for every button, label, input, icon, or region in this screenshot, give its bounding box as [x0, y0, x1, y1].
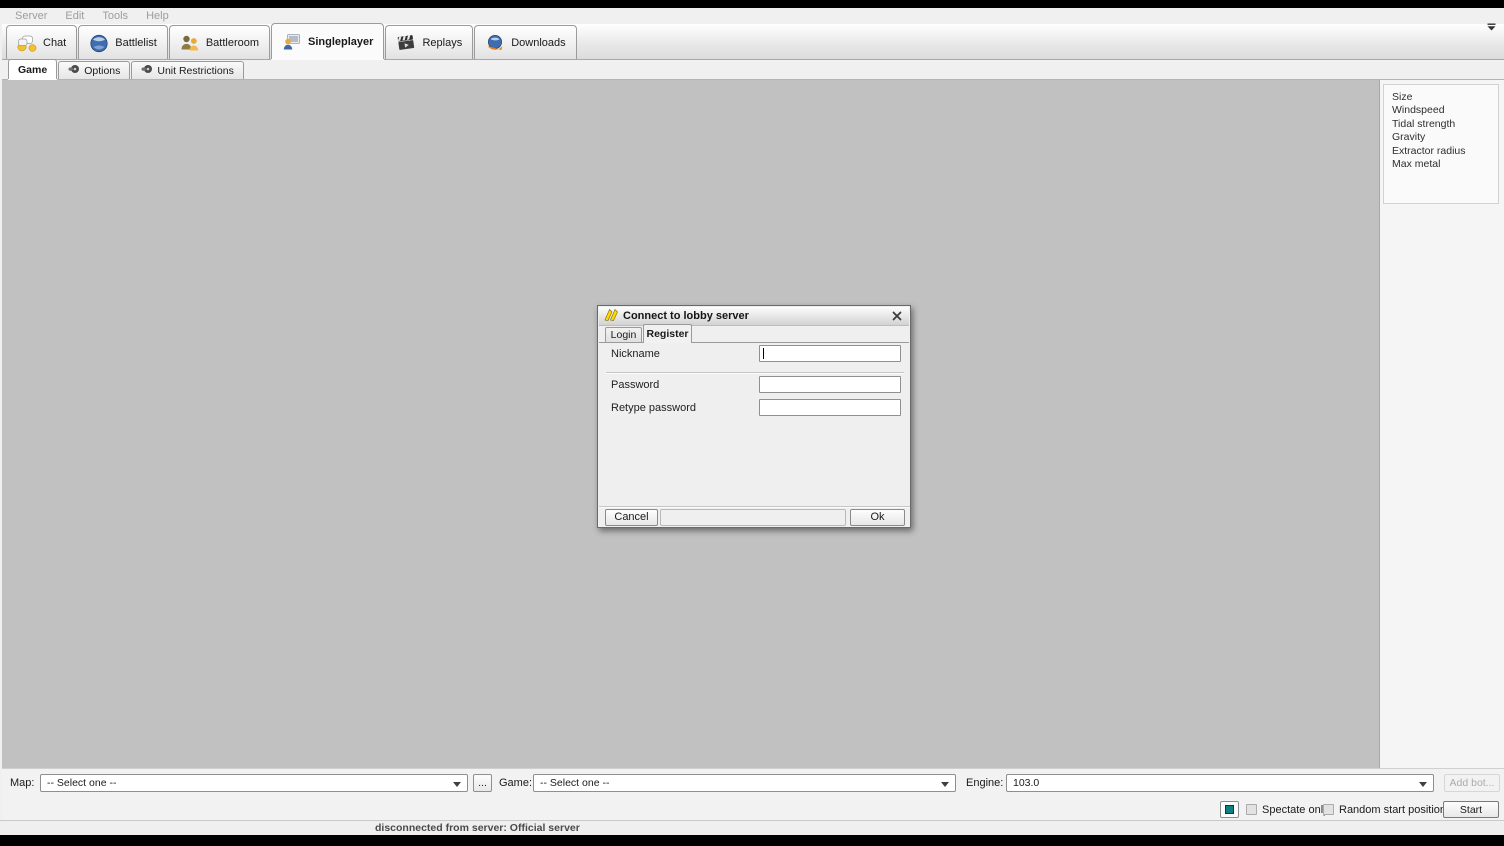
password-label: Password — [611, 379, 659, 391]
field-separator — [606, 372, 904, 374]
gamepad-icon — [68, 63, 80, 78]
cancel-button[interactable]: Cancel — [605, 509, 658, 526]
button-row-divider — [599, 506, 910, 508]
nickname-label: Nickname — [611, 348, 660, 360]
game-label: Game: — [499, 774, 532, 792]
map-info-windspeed: Windspeed — [1392, 104, 1498, 117]
start-button[interactable]: Start — [1443, 801, 1499, 818]
menu-server[interactable]: Server — [6, 10, 56, 22]
engine-select-value: 103.0 — [1013, 777, 1039, 789]
chevron-down-icon — [453, 782, 461, 787]
spectate-only-label[interactable]: Spectate only — [1262, 804, 1329, 817]
main-toolbar: Chat Battlelist — [2, 24, 1504, 60]
map-info-tidal: Tidal strength — [1392, 118, 1498, 131]
text-caret — [763, 348, 764, 359]
map-info-sidebar: Size Windspeed Tidal strength Gravity Ex… — [1380, 80, 1504, 768]
tab-replays-label: Replays — [422, 37, 462, 49]
engine-label: Engine: — [966, 774, 1003, 792]
map-browse-button[interactable]: ... — [473, 774, 492, 792]
subtab-game[interactable]: Game — [8, 59, 57, 79]
player-monitor-icon — [282, 33, 302, 51]
connect-dialog: Connect to lobby server Login Register N… — [597, 305, 911, 528]
lightning-icon — [604, 309, 618, 324]
engine-select[interactable]: 103.0 — [1006, 774, 1434, 792]
map-select[interactable]: -- Select one -- — [40, 774, 468, 792]
tab-chat[interactable]: Chat — [6, 25, 77, 59]
clapperboard-icon — [396, 34, 416, 52]
ok-button[interactable]: Ok — [850, 509, 905, 526]
close-icon[interactable] — [890, 310, 904, 323]
nickname-input[interactable] — [759, 345, 901, 362]
tab-chat-label: Chat — [43, 37, 66, 49]
dialog-tab-register[interactable]: Register — [643, 324, 692, 343]
spectate-only-checkbox[interactable] — [1246, 804, 1257, 815]
tab-downloads[interactable]: Downloads — [474, 25, 576, 59]
subtab-options[interactable]: Options — [58, 61, 130, 79]
map-info-gravity: Gravity — [1392, 131, 1498, 144]
singleplayer-subtabs: Game Options Unit Restrictions — [2, 60, 1504, 80]
tab-battlelist-label: Battlelist — [115, 37, 157, 49]
connection-status-text: disconnected from server: Official serve… — [375, 822, 580, 834]
team-color-swatch — [1225, 805, 1234, 814]
tab-replays[interactable]: Replays — [385, 25, 473, 59]
gamepad-icon — [141, 63, 153, 78]
map-select-value: -- Select one -- — [47, 777, 116, 789]
menu-help[interactable]: Help — [137, 10, 178, 22]
tab-battleroom[interactable]: Battleroom — [169, 25, 270, 59]
chat-icon — [17, 34, 37, 52]
menu-edit[interactable]: Edit — [56, 10, 93, 22]
map-info-panel: Size Windspeed Tidal strength Gravity Ex… — [1383, 84, 1499, 204]
game-select[interactable]: -- Select one -- — [533, 774, 956, 792]
subtab-unit-restrictions-label: Unit Restrictions — [157, 65, 233, 77]
random-start-label[interactable]: Random start positions — [1339, 804, 1452, 817]
dialog-status-strip — [660, 509, 846, 526]
subtab-options-label: Options — [84, 65, 120, 77]
chevron-down-icon — [1419, 782, 1427, 787]
subtab-unit-restrictions[interactable]: Unit Restrictions — [131, 61, 243, 79]
subtab-game-label: Game — [18, 64, 47, 76]
toolbar-overflow-icon[interactable] — [1487, 22, 1496, 34]
password-input[interactable] — [759, 376, 901, 393]
battle-settings-bar: Map: -- Select one -- ... Game: -- Selec… — [2, 768, 1504, 820]
team-color-button[interactable] — [1220, 801, 1239, 818]
retype-password-input[interactable] — [759, 399, 901, 416]
chevron-down-icon — [941, 782, 949, 787]
random-start-checkbox[interactable] — [1323, 804, 1334, 815]
tab-battlelist[interactable]: Battlelist — [78, 25, 168, 59]
map-info-maxmetal: Max metal — [1392, 158, 1498, 171]
globe-icon — [89, 34, 109, 52]
tab-singleplayer-label: Singleplayer — [308, 36, 373, 48]
map-info-extractor: Extractor radius — [1392, 145, 1498, 158]
dialog-title: Connect to lobby server — [623, 310, 890, 322]
add-bot-button[interactable]: Add bot... — [1444, 774, 1500, 792]
globe-download-icon — [485, 34, 505, 52]
status-bar: disconnected from server: Official serve… — [0, 820, 1504, 835]
tab-singleplayer[interactable]: Singleplayer — [271, 23, 384, 59]
dialog-tab-login[interactable]: Login — [605, 327, 642, 342]
retype-password-label: Retype password — [611, 402, 696, 414]
map-label: Map: — [10, 774, 34, 792]
menu-tools[interactable]: Tools — [93, 10, 137, 22]
menubar: Server Edit Tools Help — [0, 8, 1504, 24]
map-info-size: Size — [1392, 91, 1498, 104]
app-window: Server Edit Tools Help Chat — [0, 0, 1504, 846]
game-select-value: -- Select one -- — [540, 777, 609, 789]
tab-battleroom-label: Battleroom — [206, 37, 259, 49]
users-icon — [180, 34, 200, 52]
tab-downloads-label: Downloads — [511, 37, 565, 49]
